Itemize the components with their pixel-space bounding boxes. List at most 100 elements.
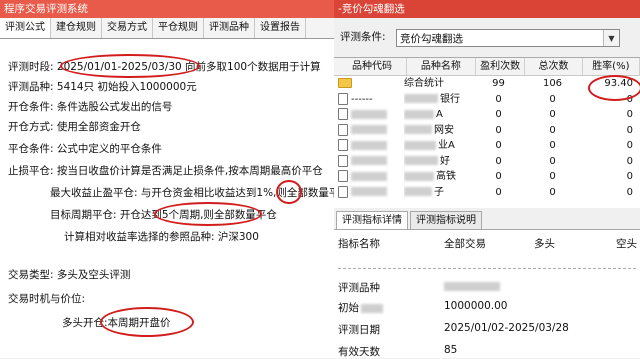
tab-varieties[interactable]: 评测品种 bbox=[204, 18, 255, 38]
cell-total: 0 bbox=[549, 155, 556, 167]
tab-metric-details[interactable]: 评测指标详情 bbox=[336, 211, 408, 229]
close-cond-line: 平仓条件: 公式中定义的平仓条件 bbox=[8, 141, 162, 156]
cell-total: 0 bbox=[549, 171, 556, 182]
results-table-body: 综合统计 99 106 93.40 ------ 银行 0 0 0 A 0 0 0 网安 0 0 0 业A 0 0 0 好… bbox=[334, 76, 640, 200]
stats-header-name: 指标名称 bbox=[338, 238, 380, 250]
report-text-area: 评测时段: 2025/01/01-2025/03/30 向前多取100个数据用于… bbox=[0, 39, 334, 357]
open-method-line: 开仓方式: 使用全部资金开仓 bbox=[8, 119, 141, 134]
condition-select-value: 竞价勾魂翻选 bbox=[400, 33, 463, 45]
tab-build-rules[interactable]: 建仓规则 bbox=[51, 18, 102, 38]
cell-code bbox=[334, 76, 404, 92]
period-line: 评测时段: 2025/01/01-2025/03/30 向前多取100个数据用于… bbox=[8, 59, 321, 74]
stoploss-value: 按当日收盘价计算是否满足止损条件,按本周期最高价平仓 bbox=[56, 165, 323, 177]
stats-row-value: 2025/01/02-2025/03/28 bbox=[444, 322, 569, 334]
trade-type-value: 多头及空头评测 bbox=[56, 269, 131, 281]
varieties-line: 评测品种: 5414只 初始投入1000000元 bbox=[8, 79, 197, 94]
stats-row-label: 初始 bbox=[338, 300, 383, 315]
report-tabs: 评测公式 建仓规则 交易方式 平仓规则 评测品种 设置报告 bbox=[0, 18, 334, 39]
cell-total: 0 bbox=[549, 109, 556, 120]
condition-label: 评测条件: bbox=[340, 31, 386, 43]
screener-window: -竞价勾魂翻选 评测条件: 竞价勾魂翻选 ▼ 品种代码 品种名称 盈利次数 总次… bbox=[334, 0, 640, 358]
close-cond-value: 公式中定义的平仓条件 bbox=[56, 143, 162, 155]
cell-code bbox=[334, 154, 404, 170]
stats-row-value: 1000000.00 bbox=[444, 300, 508, 312]
results-table: 品种代码 品种名称 盈利次数 总次数 胜率(%) 综合统计 99 106 93.40 -… bbox=[334, 57, 640, 208]
target-value: 开仓达到5个周期,则全部数量平仓 bbox=[119, 209, 277, 221]
col-total[interactable]: 总次数 bbox=[525, 58, 583, 75]
detail-tabs: 评测指标详情 评测指标说明 bbox=[334, 211, 640, 230]
cell-name: 业A bbox=[404, 138, 474, 154]
folder-icon bbox=[338, 78, 352, 88]
stats-header-long: 多头 bbox=[534, 238, 555, 250]
summary-row[interactable]: 综合统计 99 106 93.40 bbox=[334, 76, 640, 92]
cell-name: A bbox=[404, 107, 474, 123]
report-window: 程序交易评测系统 评测公式 建仓规则 交易方式 平仓规则 评测品种 设置报告 评… bbox=[0, 0, 335, 358]
cell-code bbox=[334, 123, 404, 139]
close-cond-label: 平仓条件: bbox=[8, 143, 54, 155]
document-icon bbox=[338, 154, 348, 167]
cell-wins: 0 bbox=[495, 124, 502, 136]
target-line: 目标周期平仓: 开仓达到5个周期,则全部数量平仓 bbox=[50, 207, 277, 222]
col-wins[interactable]: 盈利次数 bbox=[476, 58, 526, 75]
document-icon bbox=[338, 139, 348, 151]
cell-win-rate: 93.40 bbox=[604, 78, 633, 89]
cell-code bbox=[334, 138, 404, 154]
col-name[interactable]: 品种名称 bbox=[407, 58, 476, 75]
cell-total: 0 bbox=[549, 186, 556, 198]
cell-win-rate: 0 bbox=[626, 155, 633, 167]
varieties-value: 5414只 初始投入1000000元 bbox=[56, 81, 197, 93]
cell-name: 综合统计 bbox=[404, 78, 444, 89]
target-label: 目标周期平仓: bbox=[50, 209, 117, 221]
cell-wins: 0 bbox=[495, 109, 502, 120]
cell-total: 106 bbox=[542, 78, 563, 89]
condition-select[interactable]: 竞价勾魂翻选 ▼ bbox=[396, 29, 620, 47]
tab-close-rules[interactable]: 平仓规则 bbox=[153, 18, 204, 38]
table-row[interactable]: 好 0 0 0 bbox=[334, 153, 640, 170]
cell-win-rate: 0 bbox=[626, 140, 633, 151]
cell-total: 0 bbox=[549, 140, 556, 151]
open-method-label: 开仓方式: bbox=[8, 121, 54, 133]
cell-code bbox=[334, 169, 404, 185]
trade-type-label: 交易类型: bbox=[8, 269, 54, 281]
col-win-rate[interactable]: 胜率(%) bbox=[583, 58, 640, 75]
col-code[interactable]: 品种代码 bbox=[334, 58, 407, 75]
chevron-down-icon[interactable]: ▼ bbox=[603, 30, 619, 46]
open-cond-label: 开仓条件: bbox=[8, 101, 54, 113]
trade-timing-label: 交易时机与价位: bbox=[8, 293, 86, 305]
table-row[interactable]: 业A 0 0 0 bbox=[334, 138, 640, 154]
table-row[interactable]: 网安 0 0 0 bbox=[334, 122, 640, 139]
period-value: 2025/01/01-2025/03/30 向前多取100个数据用于计算 bbox=[56, 61, 321, 73]
stats-row-label: 评测品种 bbox=[338, 282, 380, 294]
cell-wins: 0 bbox=[495, 186, 502, 198]
tab-formula[interactable]: 评测公式 bbox=[0, 18, 51, 38]
document-icon bbox=[338, 92, 348, 105]
tab-trade-method[interactable]: 交易方式 bbox=[102, 18, 153, 38]
stats-row-label: 评测日期 bbox=[338, 324, 380, 336]
max-profit-line: 最大收益止盈平仓: 与开仓资金相比收益达到1%,则全部数量平仓 bbox=[50, 185, 334, 200]
cell-total: 0 bbox=[549, 93, 556, 105]
period-label: 评测时段: bbox=[8, 61, 54, 73]
trade-timing-value: 多头开仓:本周期开盘价 bbox=[62, 317, 171, 329]
open-cond-value: 条件选股公式发出的信号 bbox=[56, 101, 173, 113]
cell-wins: 0 bbox=[495, 171, 502, 182]
open-method-value: 使用全部资金开仓 bbox=[56, 121, 141, 133]
cell-name: 高铁 bbox=[404, 169, 474, 185]
stats-header-all: 全部交易 bbox=[444, 238, 486, 250]
document-icon bbox=[338, 123, 348, 136]
table-row[interactable]: 子 0 0 0 bbox=[334, 184, 640, 201]
cell-wins: 0 bbox=[495, 155, 502, 167]
cell-win-rate: 0 bbox=[626, 93, 633, 105]
tab-report-settings[interactable]: 设置报告 bbox=[255, 18, 306, 38]
stats-row-value bbox=[444, 280, 500, 292]
table-row[interactable]: ------ 银行 0 0 0 bbox=[334, 91, 640, 107]
stats-header-short: 空头 bbox=[616, 238, 637, 250]
cell-name: 好 bbox=[404, 154, 474, 170]
table-row[interactable]: 高铁 0 0 0 bbox=[334, 169, 640, 185]
cell-win-rate: 0 bbox=[626, 186, 633, 198]
stats-row-value: 85 bbox=[444, 344, 458, 356]
table-row[interactable]: A 0 0 0 bbox=[334, 107, 640, 123]
cell-name: 子 bbox=[404, 185, 474, 201]
stats-row-label: 有效天数 bbox=[338, 346, 380, 358]
tab-metric-notes[interactable]: 评测指标说明 bbox=[410, 211, 482, 229]
cell-wins: 99 bbox=[492, 78, 505, 89]
